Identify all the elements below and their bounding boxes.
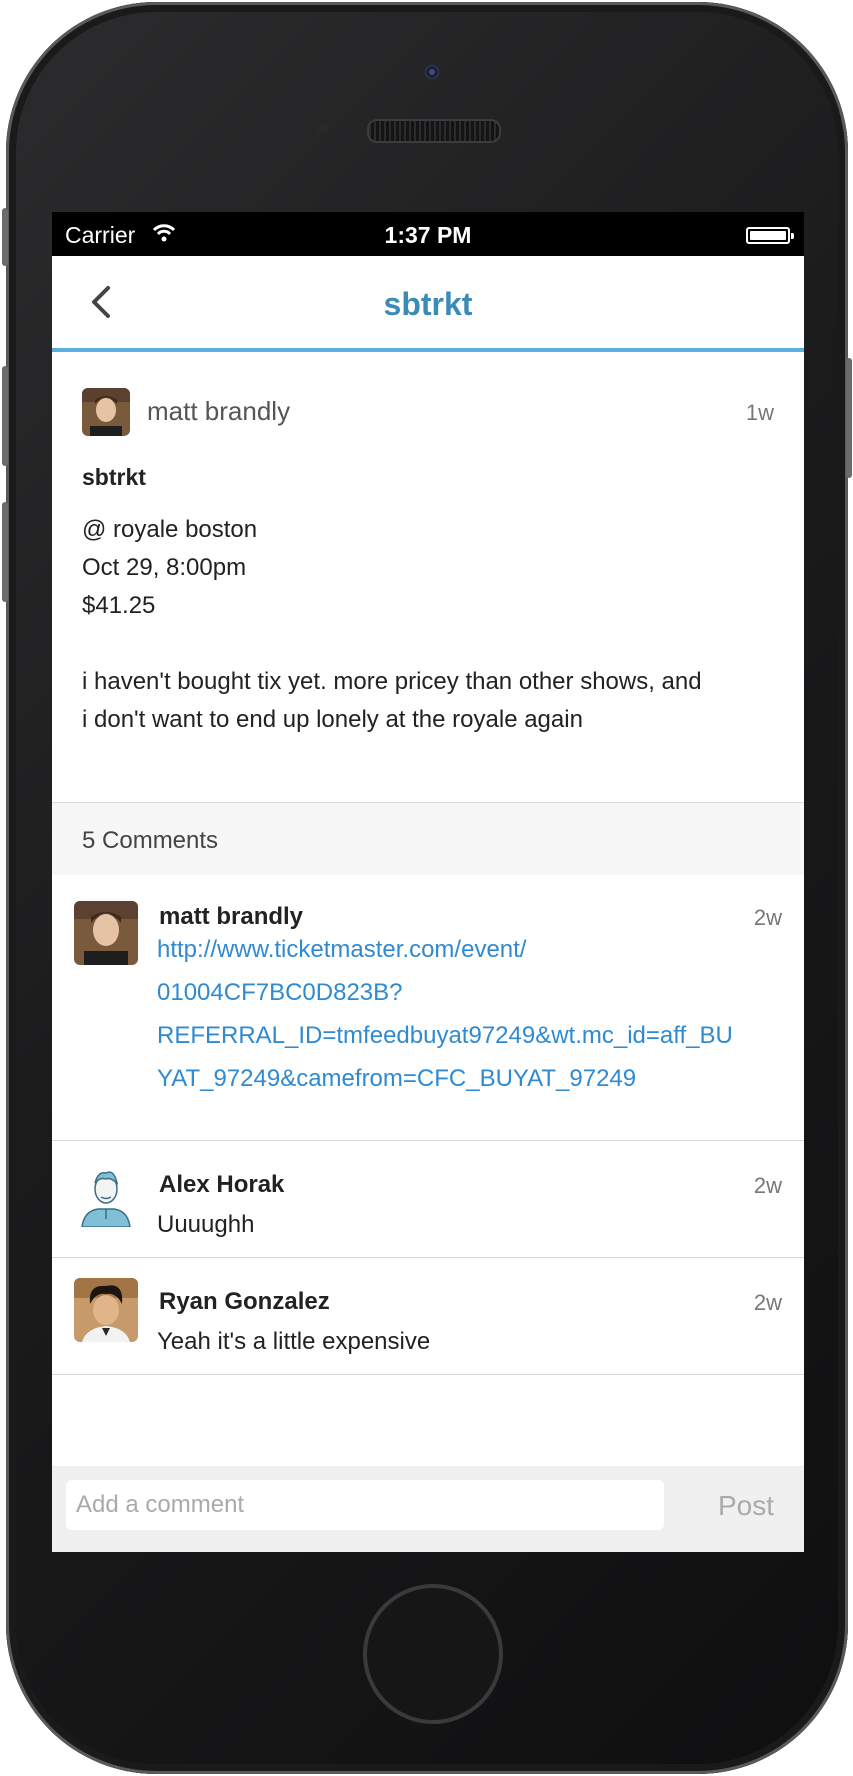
comment-composer: Post <box>52 1466 804 1552</box>
post-body-line: Oct 29, 8:00pm <box>82 554 247 581</box>
earpiece-speaker <box>367 119 501 143</box>
post-title: sbtrkt <box>82 464 146 490</box>
proximity-sensor <box>318 124 328 134</box>
comment-author[interactable]: Alex Horak <box>159 1171 284 1199</box>
post-body-line: @ royale boston <box>82 516 258 543</box>
comment-item: Alex Horak 2w Uuuughh <box>52 1141 804 1258</box>
status-time: 1:37 PM <box>384 222 472 248</box>
comments-count: 5 Comments <box>82 827 219 854</box>
comment-link[interactable]: http://www.ticketmaster.com/event/ 01004… <box>157 928 777 1100</box>
home-button[interactable] <box>363 1584 503 1724</box>
post-author[interactable]: matt brandly <box>147 396 290 427</box>
mute-switch <box>2 208 8 266</box>
post-body-line: $41.25 <box>82 592 156 619</box>
link-text-line[interactable]: REFERRAL_ID=tmfeedbuyat97249&wt.mc_id=af… <box>157 1014 777 1057</box>
comment-timestamp: 2w <box>753 1173 782 1198</box>
post-body-line: i don't want to end up lonely at the roy… <box>82 706 583 733</box>
power-button <box>846 358 852 478</box>
comment-item: matt brandly 2w http://www.ticketmaster.… <box>52 875 804 1141</box>
page-title: sbtrkt <box>383 286 473 322</box>
comment-text: Yeah it's a little expensive <box>157 1328 431 1355</box>
comment-input[interactable] <box>66 1480 664 1530</box>
comment-text: Uuuughh <box>157 1211 255 1238</box>
front-camera <box>424 64 440 80</box>
battery-icon <box>746 227 794 244</box>
link-text-line[interactable]: 01004CF7BC0D823B? <box>157 971 777 1014</box>
post-body-line: i haven't bought tix yet. more pricey th… <box>82 668 702 695</box>
comment-item: Ryan Gonzalez 2w Yeah it's a little expe… <box>52 1258 804 1375</box>
comments-header: 5 Comments <box>52 802 804 876</box>
comment-timestamp: 2w <box>753 1290 782 1315</box>
nav-bar: sbtrkt <box>52 256 804 352</box>
avatar[interactable] <box>82 388 130 436</box>
link-text-line[interactable]: YAT_97249&camefrom=CFC_BUYAT_97249 <box>157 1057 777 1100</box>
volume-up-button <box>2 366 8 466</box>
volume-down-button <box>2 502 8 602</box>
link-text-line[interactable]: http://www.ticketmaster.com/event/ <box>157 928 777 971</box>
app-screen: Carrier 1:37 PM sbtrkt matt brandly 1w s… <box>52 212 804 1552</box>
comment-author[interactable]: matt brandly <box>159 903 303 931</box>
avatar[interactable] <box>74 1278 138 1342</box>
post-timestamp: 1w <box>745 400 774 425</box>
avatar[interactable] <box>74 1163 138 1227</box>
post-button[interactable]: Post <box>718 1490 774 1522</box>
avatar[interactable] <box>74 901 138 965</box>
status-bar: Carrier 1:37 PM <box>52 212 804 256</box>
comment-author[interactable]: Ryan Gonzalez <box>159 1288 330 1316</box>
